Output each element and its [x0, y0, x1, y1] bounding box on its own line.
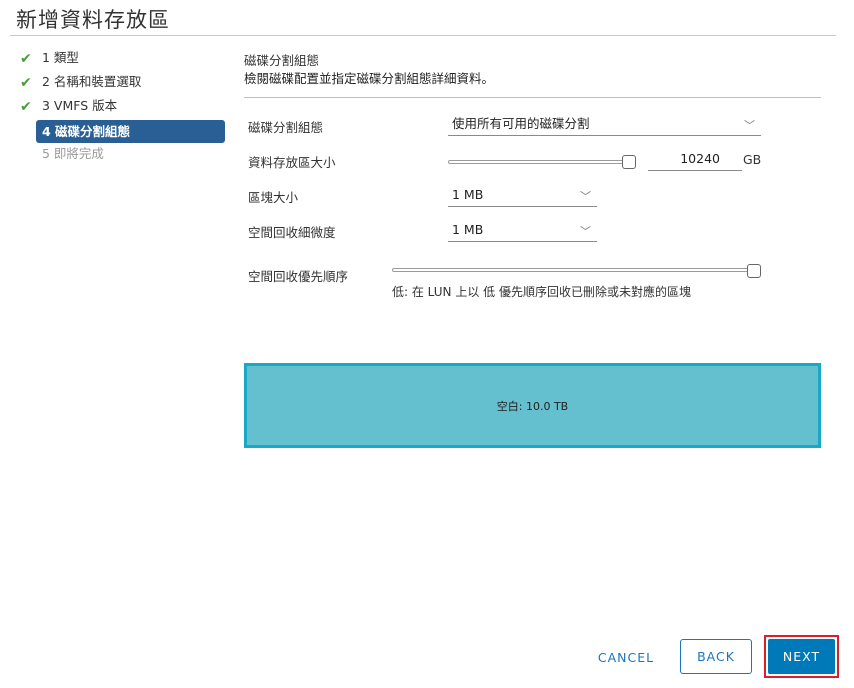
step-label: 1 類型: [42, 50, 79, 65]
step-ready-to-complete: 5 即將完成: [20, 144, 226, 168]
reclamation-priority-hint: 低: 在 LUN 上以 低 優先順序回收已刪除或未對應的區塊: [392, 285, 691, 299]
title-divider: [10, 35, 836, 36]
next-button[interactable]: NEXT: [768, 639, 835, 674]
reclamation-granularity-select[interactable]: 1 MB ﹀: [448, 220, 597, 242]
datastore-size-label: 資料存放區大小: [248, 155, 336, 170]
chevron-down-icon: ﹀: [580, 225, 591, 238]
cancel-button[interactable]: CANCEL: [588, 640, 664, 675]
step-name-device[interactable]: ✔ 2 名稱和裝置選取: [20, 72, 226, 96]
chevron-down-icon: ﹀: [580, 190, 591, 203]
wizard-steps: ✔ 1 類型 ✔ 2 名稱和裝置選取 ✔ 3 VMFS 版本 4 磁碟分割組態 …: [20, 48, 226, 168]
content-header: 磁碟分割組態 檢閱磁碟配置並指定磁碟分割組態詳細資料。: [244, 50, 824, 86]
block-size-select[interactable]: 1 MB ﹀: [448, 185, 597, 207]
block-size-value: 1 MB: [452, 187, 484, 202]
capacity-bar: 空白: 10.0 TB: [244, 363, 821, 448]
chevron-down-icon: ﹀: [744, 119, 755, 132]
step-label: 3 VMFS 版本: [42, 98, 118, 113]
step-type[interactable]: ✔ 1 類型: [20, 48, 226, 72]
partition-config-label: 磁碟分割組態: [248, 120, 324, 135]
step-label: 2 名稱和裝置選取: [42, 74, 142, 89]
reclamation-priority-slider[interactable]: [392, 268, 756, 272]
datastore-size-unit: GB: [743, 152, 762, 167]
step-vmfs-version[interactable]: ✔ 3 VMFS 版本: [20, 96, 226, 120]
section-description: 檢閱磁碟配置並指定磁碟分割組態詳細資料。: [244, 71, 495, 86]
partition-config-value: 使用所有可用的磁碟分割: [452, 116, 590, 131]
check-icon: ✔: [20, 99, 32, 115]
step-label: 4 磁碟分割組態: [42, 124, 131, 139]
reclamation-priority-slider-handle[interactable]: [747, 264, 761, 278]
datastore-size-slider[interactable]: [448, 160, 630, 164]
capacity-label: 空白: 10.0 TB: [496, 399, 569, 413]
reclamation-granularity-value: 1 MB: [452, 222, 484, 237]
check-icon: ✔: [20, 75, 32, 91]
datastore-size-input[interactable]: 10240: [648, 149, 742, 171]
dialog-title: 新增資料存放區: [16, 8, 170, 32]
step-partition-config[interactable]: 4 磁碟分割組態: [36, 120, 225, 143]
section-heading: 磁碟分割組態: [244, 53, 320, 68]
datastore-size-slider-handle[interactable]: [622, 155, 636, 169]
reclamation-granularity-label: 空間回收細微度: [248, 225, 336, 240]
check-icon: ✔: [20, 51, 32, 67]
partition-config-select[interactable]: 使用所有可用的磁碟分割 ﹀: [448, 114, 761, 136]
reclamation-priority-label: 空間回收優先順序: [248, 269, 349, 284]
back-button[interactable]: BACK: [680, 639, 752, 674]
content-divider: [244, 97, 821, 98]
block-size-label: 區塊大小: [248, 190, 299, 205]
step-label: 5 即將完成: [42, 146, 104, 161]
